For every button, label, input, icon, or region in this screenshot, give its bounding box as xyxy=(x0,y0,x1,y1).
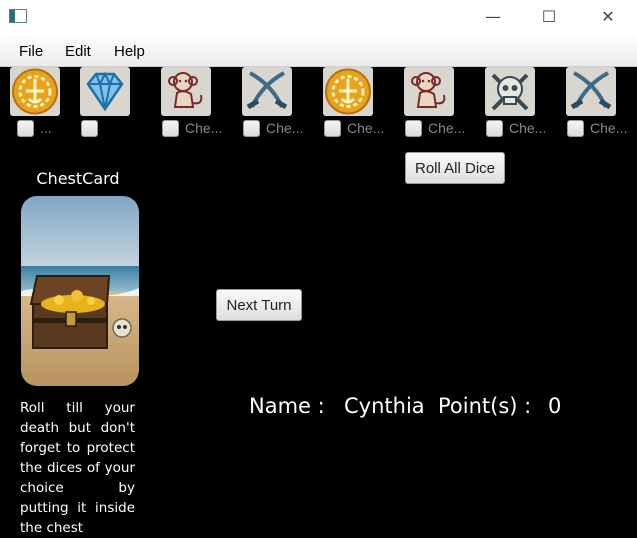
diamond-icon xyxy=(86,71,124,112)
keep-die-8[interactable]: Che... xyxy=(567,118,627,138)
die-5-coin-icon[interactable] xyxy=(323,67,373,116)
treasure-chest-icon xyxy=(21,196,139,386)
die-4-sabre-icon[interactable] xyxy=(242,67,292,116)
coin-icon xyxy=(325,68,371,115)
maximize-button[interactable]: ☐ xyxy=(526,0,572,32)
sabre-icon xyxy=(246,71,288,110)
keep-die-7[interactable]: Che... xyxy=(486,118,546,138)
player-name-label: Name : xyxy=(249,394,325,418)
close-button[interactable]: ✕ xyxy=(585,0,631,32)
checkbox-1-label: ... xyxy=(40,120,52,136)
checkbox-7[interactable] xyxy=(486,119,503,137)
menu-bar: File Edit Help xyxy=(0,36,637,67)
keep-die-2[interactable] xyxy=(81,118,104,138)
chest-card-image xyxy=(21,196,139,386)
checkbox-5-label: Che... xyxy=(347,120,385,136)
roll-all-dice-button[interactable]: Roll All Dice xyxy=(405,152,505,184)
player-name: Cynthia xyxy=(344,394,425,418)
checkbox-4-label: Che... xyxy=(266,120,304,136)
next-turn-button[interactable]: Next Turn xyxy=(216,289,302,321)
checkbox-6-label: Che... xyxy=(428,120,466,136)
checkbox-3-label: Che... xyxy=(185,120,223,136)
keep-die-6[interactable]: Che... xyxy=(405,118,465,138)
keep-die-1[interactable]: ... xyxy=(17,118,52,138)
die-1-coin-icon[interactable] xyxy=(10,67,60,116)
checkbox-1[interactable] xyxy=(17,119,34,137)
monkey-icon xyxy=(411,72,446,108)
die-6-monkey-icon[interactable] xyxy=(404,67,454,116)
points-label: Point(s) : xyxy=(438,394,532,418)
checkbox-4[interactable] xyxy=(243,119,260,137)
die-3-monkey-icon[interactable] xyxy=(161,67,211,116)
checkbox-3[interactable] xyxy=(162,119,179,137)
skull-icon xyxy=(491,73,529,111)
die-7-skull-icon[interactable] xyxy=(485,67,535,116)
checkbox-6[interactable] xyxy=(405,119,422,137)
checkbox-7-label: Che... xyxy=(509,120,547,136)
keep-die-3[interactable]: Che... xyxy=(162,118,222,138)
checkbox-8-label: Che... xyxy=(590,120,628,136)
coin-icon xyxy=(12,68,58,115)
checkbox-8[interactable] xyxy=(567,119,584,137)
app-icon xyxy=(9,9,27,23)
sabre-icon xyxy=(570,71,612,110)
checkbox-5[interactable] xyxy=(324,119,341,137)
points-value: 0 xyxy=(548,394,562,418)
monkey-icon xyxy=(168,72,203,108)
title-bar: — ☐ ✕ xyxy=(0,0,637,36)
menu-edit[interactable]: Edit xyxy=(65,43,91,60)
card-title: ChestCard xyxy=(36,169,120,188)
die-2-diamond-icon[interactable] xyxy=(80,67,130,116)
card-description: Roll till your death but don't forget to… xyxy=(20,400,135,536)
menu-file[interactable]: File xyxy=(19,43,43,60)
minimize-button[interactable]: — xyxy=(470,0,516,32)
menu-help[interactable]: Help xyxy=(114,43,145,60)
keep-die-5[interactable]: Che... xyxy=(324,118,384,138)
die-8-sabre-icon[interactable] xyxy=(566,67,616,116)
checkbox-2[interactable] xyxy=(81,119,98,137)
keep-die-4[interactable]: Che... xyxy=(243,118,303,138)
